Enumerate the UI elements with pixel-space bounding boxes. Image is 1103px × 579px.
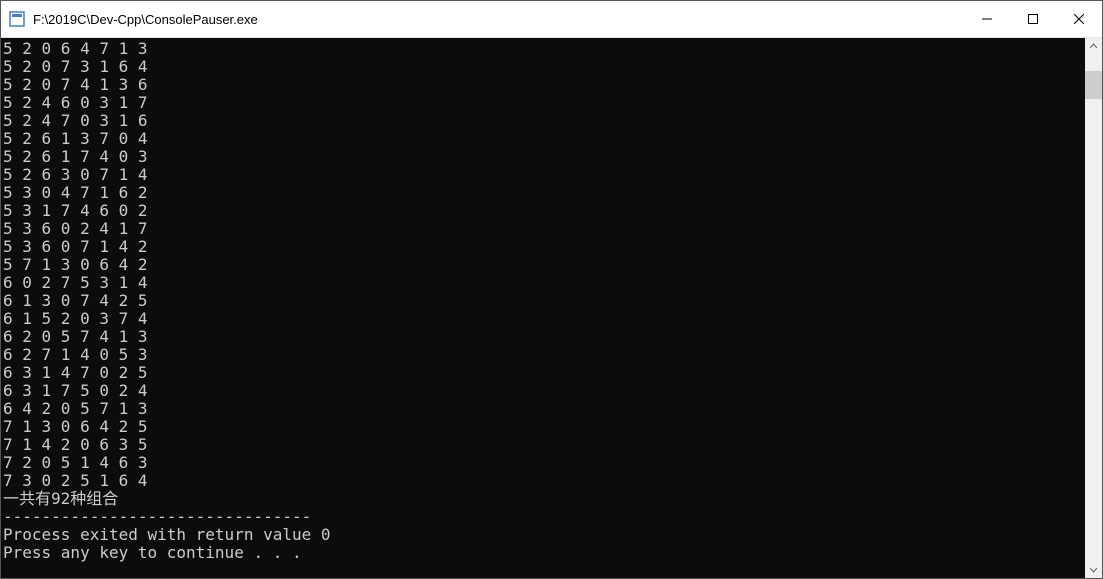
chevron-down-icon xyxy=(1090,566,1097,573)
scroll-down-button[interactable] xyxy=(1085,561,1102,578)
console-line: 5 2 0 7 4 1 3 6 xyxy=(3,76,1085,94)
scroll-track[interactable] xyxy=(1085,55,1102,561)
vertical-scrollbar[interactable] xyxy=(1085,38,1102,578)
console-line: 7 1 4 2 0 6 3 5 xyxy=(3,436,1085,454)
console-line: 7 3 0 2 5 1 6 4 xyxy=(3,472,1085,490)
minimize-button[interactable] xyxy=(964,1,1010,37)
minimize-icon xyxy=(982,14,992,24)
app-icon xyxy=(9,11,25,27)
console-line: Press any key to continue . . . xyxy=(3,544,1085,562)
console-line: 7 2 0 5 1 4 6 3 xyxy=(3,454,1085,472)
console-line: 6 3 1 4 7 0 2 5 xyxy=(3,364,1085,382)
console-line: 5 2 6 1 3 7 0 4 xyxy=(3,130,1085,148)
console-line: -------------------------------- xyxy=(3,508,1085,526)
console-line: 5 3 0 4 7 1 6 2 xyxy=(3,184,1085,202)
scroll-thumb[interactable] xyxy=(1085,71,1102,99)
window-title: F:\2019C\Dev-Cpp\ConsolePauser.exe xyxy=(33,12,964,27)
close-icon xyxy=(1074,14,1084,24)
maximize-button[interactable] xyxy=(1010,1,1056,37)
console-line: 6 0 2 7 5 3 1 4 xyxy=(3,274,1085,292)
console-output[interactable]: 5 2 0 6 4 7 1 35 2 0 7 3 1 6 45 2 0 7 4 … xyxy=(1,38,1085,578)
console-line: 6 2 7 1 4 0 5 3 xyxy=(3,346,1085,364)
console-line: 5 3 6 0 2 4 1 7 xyxy=(3,220,1085,238)
console-line: 5 3 6 0 7 1 4 2 xyxy=(3,238,1085,256)
console-line: 5 2 6 3 0 7 1 4 xyxy=(3,166,1085,184)
console-line: 6 1 3 0 7 4 2 5 xyxy=(3,292,1085,310)
console-line: 6 1 5 2 0 3 7 4 xyxy=(3,310,1085,328)
maximize-icon xyxy=(1028,14,1038,24)
content-area: 5 2 0 6 4 7 1 35 2 0 7 3 1 6 45 2 0 7 4 … xyxy=(1,38,1102,578)
console-line: 5 2 4 6 0 3 1 7 xyxy=(3,94,1085,112)
console-line: 5 7 1 3 0 6 4 2 xyxy=(3,256,1085,274)
console-line: 5 2 0 6 4 7 1 3 xyxy=(3,40,1085,58)
titlebar[interactable]: F:\2019C\Dev-Cpp\ConsolePauser.exe xyxy=(1,1,1102,38)
scroll-up-button[interactable] xyxy=(1085,38,1102,55)
console-line: 6 3 1 7 5 0 2 4 xyxy=(3,382,1085,400)
console-line: 7 1 3 0 6 4 2 5 xyxy=(3,418,1085,436)
app-window: F:\2019C\Dev-Cpp\ConsolePauser.exe 5 xyxy=(0,0,1103,579)
console-line: 5 2 4 7 0 3 1 6 xyxy=(3,112,1085,130)
console-line: 6 2 0 5 7 4 1 3 xyxy=(3,328,1085,346)
console-line: 6 4 2 0 5 7 1 3 xyxy=(3,400,1085,418)
chevron-up-icon xyxy=(1090,43,1097,50)
close-button[interactable] xyxy=(1056,1,1102,37)
console-line: 5 2 6 1 7 4 0 3 xyxy=(3,148,1085,166)
console-line: 一共有92种组合 xyxy=(3,490,1085,508)
console-line: Process exited with return value 0 xyxy=(3,526,1085,544)
console-line: 5 3 1 7 4 6 0 2 xyxy=(3,202,1085,220)
console-line: 5 2 0 7 3 1 6 4 xyxy=(3,58,1085,76)
window-controls xyxy=(964,1,1102,37)
